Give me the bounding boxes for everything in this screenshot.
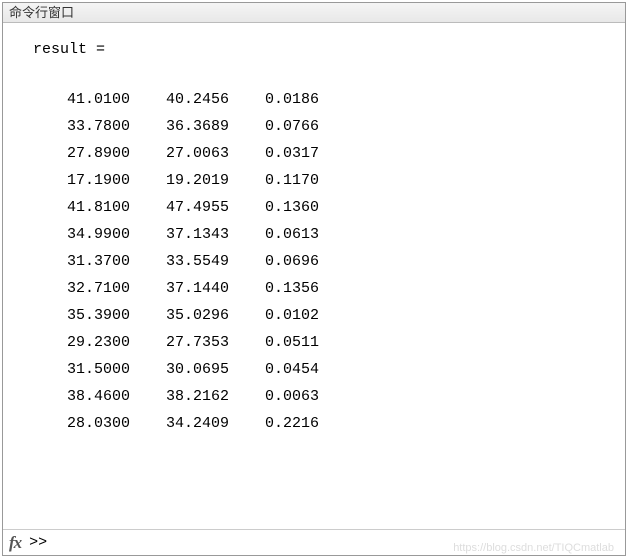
- table-row: 35.390035.02960.0102: [49, 302, 337, 329]
- table-row: 31.370033.55490.0696: [49, 248, 337, 275]
- table-cell: 0.0186: [247, 86, 337, 113]
- fx-icon[interactable]: fx: [9, 533, 21, 553]
- table-cell: 33.5549: [148, 248, 247, 275]
- table-cell: 28.0300: [49, 410, 148, 437]
- table-cell: 34.9900: [49, 221, 148, 248]
- table-cell: 0.1360: [247, 194, 337, 221]
- result-matrix-table: 41.010040.24560.018633.780036.36890.0766…: [49, 86, 337, 437]
- table-cell: 40.2456: [148, 86, 247, 113]
- table-cell: 34.2409: [148, 410, 247, 437]
- table-cell: 35.3900: [49, 302, 148, 329]
- command-output-area[interactable]: result = 41.010040.24560.018633.780036.3…: [3, 23, 625, 529]
- table-cell: 19.2019: [148, 167, 247, 194]
- prompt-symbol: >>: [29, 534, 47, 551]
- table-cell: 30.0695: [148, 356, 247, 383]
- table-cell: 29.2300: [49, 329, 148, 356]
- table-cell: 41.0100: [49, 86, 148, 113]
- table-cell: 27.8900: [49, 140, 148, 167]
- table-cell: 0.2216: [247, 410, 337, 437]
- table-row: 31.500030.06950.0454: [49, 356, 337, 383]
- table-cell: 0.1356: [247, 275, 337, 302]
- table-cell: 0.0454: [247, 356, 337, 383]
- table-cell: 41.8100: [49, 194, 148, 221]
- table-cell: 0.0696: [247, 248, 337, 275]
- table-cell: 31.3700: [49, 248, 148, 275]
- table-cell: 27.7353: [148, 329, 247, 356]
- table-cell: 27.0063: [148, 140, 247, 167]
- table-row: 29.230027.73530.0511: [49, 329, 337, 356]
- table-cell: 37.1343: [148, 221, 247, 248]
- command-prompt-bar[interactable]: fx >>: [3, 529, 625, 555]
- table-row: 32.710037.14400.1356: [49, 275, 337, 302]
- table-cell: 33.7800: [49, 113, 148, 140]
- table-cell: 36.3689: [148, 113, 247, 140]
- variable-name-label: result =: [33, 41, 625, 58]
- table-cell: 32.7100: [49, 275, 148, 302]
- table-row: 41.810047.49550.1360: [49, 194, 337, 221]
- table-cell: 0.0511: [247, 329, 337, 356]
- table-row: 34.990037.13430.0613: [49, 221, 337, 248]
- table-cell: 35.0296: [148, 302, 247, 329]
- table-row: 27.890027.00630.0317: [49, 140, 337, 167]
- table-cell: 0.1170: [247, 167, 337, 194]
- table-cell: 38.2162: [148, 383, 247, 410]
- table-cell: 0.0766: [247, 113, 337, 140]
- table-row: 38.460038.21620.0063: [49, 383, 337, 410]
- table-cell: 17.1900: [49, 167, 148, 194]
- table-row: 33.780036.36890.0766: [49, 113, 337, 140]
- table-cell: 0.0063: [247, 383, 337, 410]
- table-row: 41.010040.24560.0186: [49, 86, 337, 113]
- table-row: 28.030034.24090.2216: [49, 410, 337, 437]
- table-cell: 0.0317: [247, 140, 337, 167]
- window-title-bar: 命令行窗口: [3, 3, 625, 23]
- table-cell: 47.4955: [148, 194, 247, 221]
- table-row: 17.190019.20190.1170: [49, 167, 337, 194]
- window-title: 命令行窗口: [9, 5, 74, 20]
- table-cell: 31.5000: [49, 356, 148, 383]
- table-cell: 37.1440: [148, 275, 247, 302]
- table-cell: 0.0613: [247, 221, 337, 248]
- command-window: 命令行窗口 result = 41.010040.24560.018633.78…: [2, 2, 626, 556]
- table-cell: 0.0102: [247, 302, 337, 329]
- table-cell: 38.4600: [49, 383, 148, 410]
